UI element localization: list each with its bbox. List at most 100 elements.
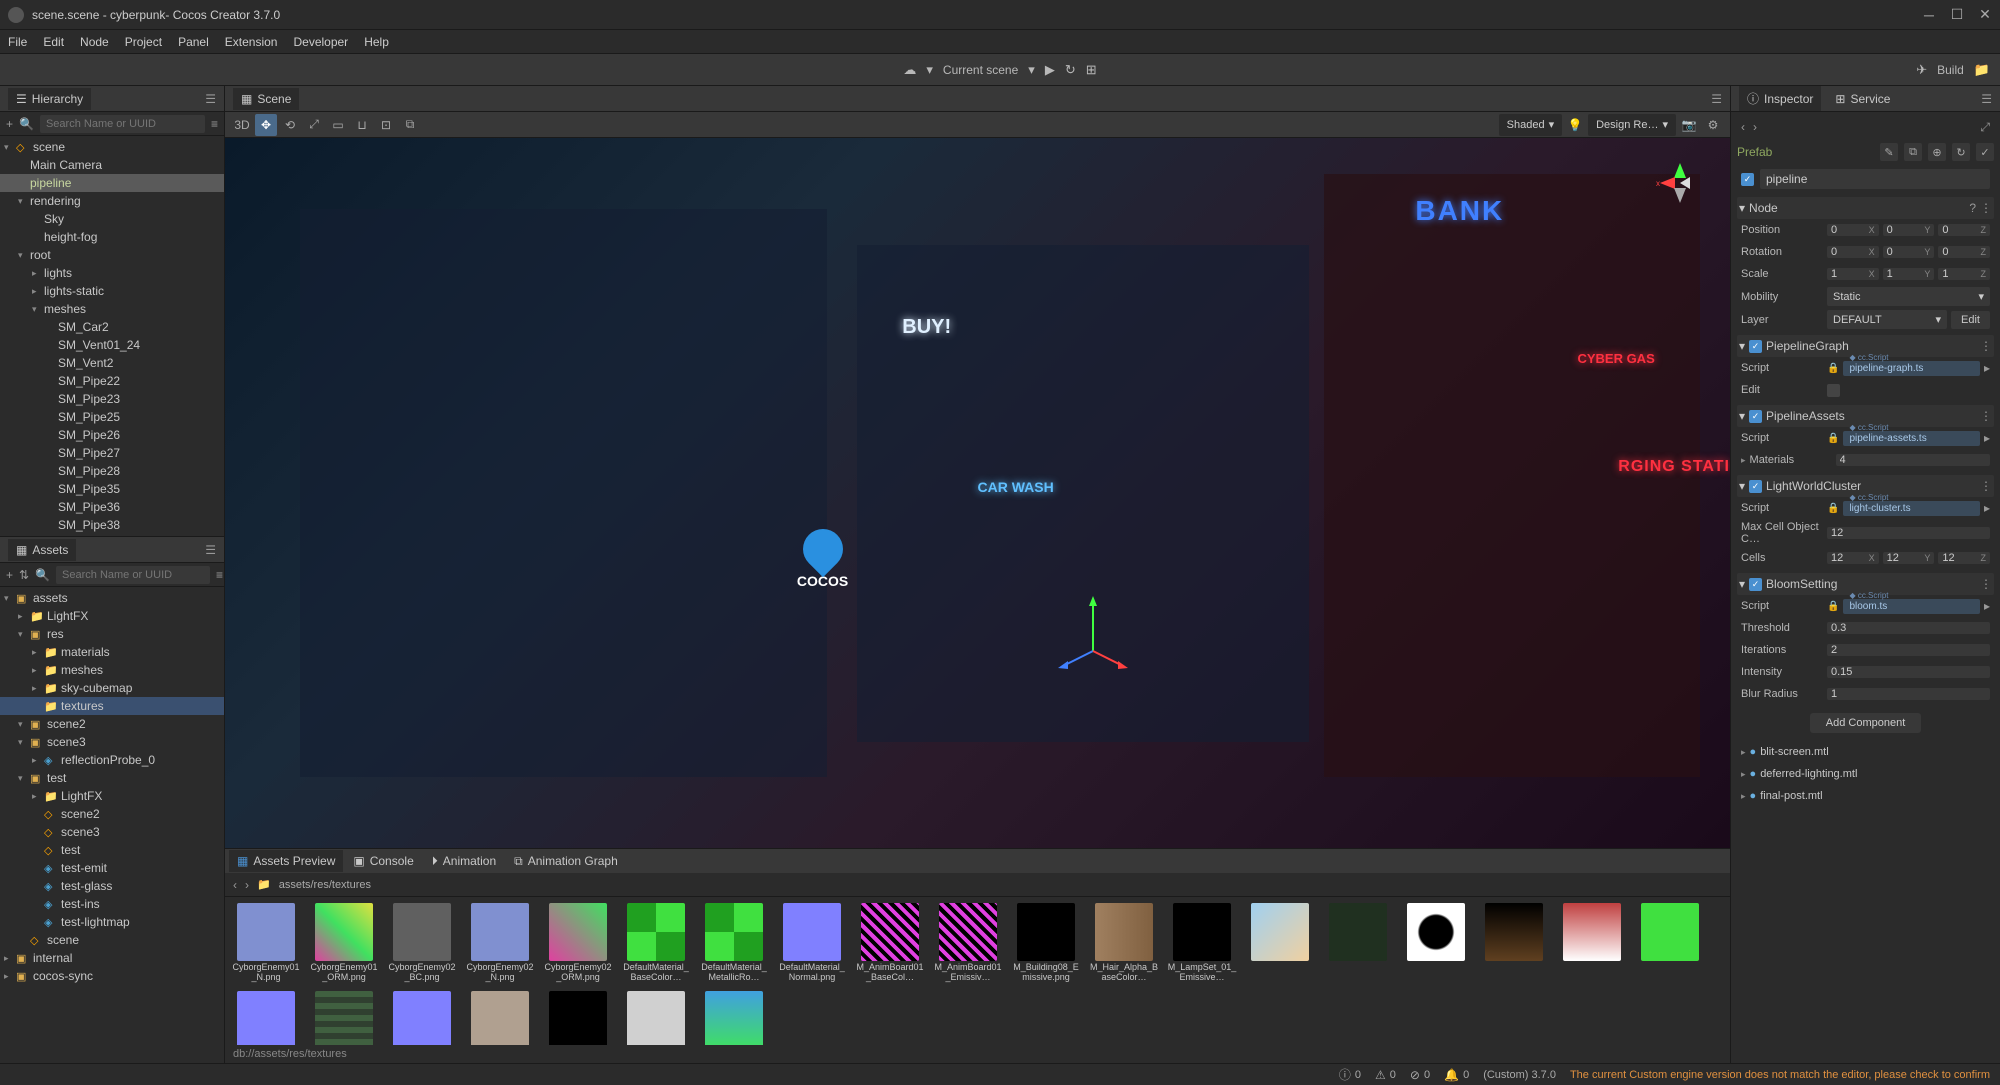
assets-tree[interactable]: ▾▣assets▸📁LightFX▾▣res▸📁materials▸📁meshe… — [0, 587, 224, 1063]
thumbnail-item[interactable] — [1479, 903, 1549, 983]
tree-item[interactable]: ◇test — [0, 841, 224, 859]
tree-item[interactable]: ▸lights-static — [0, 282, 224, 300]
tree-item[interactable]: SM_Pipe38 — [0, 516, 224, 534]
tree-item[interactable]: ▸▣cocos-sync — [0, 967, 224, 985]
scale-tool-icon[interactable]: ⤢ — [303, 114, 325, 136]
thumbnail-item[interactable] — [1557, 903, 1627, 983]
sort-icon[interactable]: ⇅ — [19, 568, 29, 582]
tree-item[interactable]: ▾▣scene3 — [0, 733, 224, 751]
thumbnail-item[interactable] — [621, 991, 691, 1045]
thumbnail-item[interactable]: CyborgEnemy01_N.png — [231, 903, 301, 983]
thumbnail-item[interactable]: CyborgEnemy01_ORM.png — [309, 903, 379, 983]
tree-item[interactable]: ▸▣internal — [0, 949, 224, 967]
more-icon[interactable]: ⋮ — [1980, 201, 1992, 215]
thumbnail-item[interactable]: M_AnimBoard01_BaseCol… — [855, 903, 925, 983]
mobility-select[interactable]: Static▾ — [1827, 287, 1990, 306]
position-z-input[interactable] — [1942, 224, 1980, 236]
thumbnail-grid[interactable]: CyborgEnemy01_N.pngCyborgEnemy01_ORM.png… — [225, 897, 1730, 1045]
error-icon[interactable]: ⊘ — [1410, 1068, 1420, 1082]
gear-icon[interactable]: ⚙ — [1702, 114, 1724, 136]
transform-tool-icon[interactable]: ⊔ — [351, 114, 373, 136]
scale-z-input[interactable] — [1942, 268, 1980, 280]
hierarchy-search-input[interactable] — [40, 115, 205, 133]
menu-icon[interactable]: ☰ — [1711, 92, 1722, 106]
tree-item[interactable]: ▾root — [0, 246, 224, 264]
add-component-button[interactable]: Add Component — [1810, 713, 1922, 733]
menu-node[interactable]: Node — [80, 35, 109, 49]
chevron-down-icon[interactable]: ▾ — [926, 62, 933, 78]
prop-input[interactable] — [1831, 688, 1986, 700]
close-icon[interactable]: ✕ — [1978, 8, 1992, 22]
render-mode-dropdown[interactable]: Design Re…▾ — [1588, 114, 1676, 136]
tree-item[interactable]: SM_Pipe35 — [0, 480, 224, 498]
tree-item[interactable]: height-fog — [0, 228, 224, 246]
filter-icon[interactable]: ≡ — [216, 568, 223, 582]
menu-edit[interactable]: Edit — [43, 35, 64, 49]
orientation-gizmo[interactable]: x — [1650, 153, 1710, 213]
thumbnail-item[interactable]: M_Hair_Alpha_BaseColor… — [1089, 903, 1159, 983]
bell-icon[interactable]: 🔔 — [1444, 1068, 1459, 1082]
thumbnail-item[interactable]: M_Building08_Emissive.png — [1011, 903, 1081, 983]
help-icon[interactable]: ? — [1969, 201, 1976, 215]
tree-item[interactable]: ◈test-glass — [0, 877, 224, 895]
tree-item[interactable]: ▾▣res — [0, 625, 224, 643]
menu-icon[interactable]: ☰ — [205, 543, 216, 557]
tree-item[interactable]: ▾▣assets — [0, 589, 224, 607]
light-icon[interactable]: 💡 — [1564, 114, 1586, 136]
tree-item[interactable]: 📁textures — [0, 697, 224, 715]
move-tool-icon[interactable]: ✥ — [255, 114, 277, 136]
hierarchy-tree[interactable]: ▾◇sceneMain Camerapipeline▾renderingSkyh… — [0, 136, 224, 536]
tree-item[interactable]: ▸lights — [0, 264, 224, 282]
prefab-apply-icon[interactable]: ✓ — [1976, 143, 1994, 161]
rotate-tool-icon[interactable]: ⟲ — [279, 114, 301, 136]
tree-item[interactable]: ▸📁LightFX — [0, 787, 224, 805]
menu-developer[interactable]: Developer — [293, 35, 348, 49]
tree-item[interactable]: SM_Car2 — [0, 318, 224, 336]
minimize-icon[interactable]: ─ — [1922, 8, 1936, 22]
tree-item[interactable]: ▾meshes — [0, 300, 224, 318]
tree-item[interactable]: ▸📁sky-cubemap — [0, 679, 224, 697]
thumbnail-item[interactable] — [309, 991, 379, 1045]
menu-icon[interactable]: ☰ — [205, 92, 216, 106]
tree-item[interactable]: SM_Vent2 — [0, 354, 224, 372]
add-icon[interactable]: + — [6, 568, 13, 582]
script-reference[interactable]: ◆ cc.Scriptpipeline-graph.ts — [1843, 361, 1980, 376]
shading-dropdown[interactable]: Shaded▾ — [1499, 114, 1562, 136]
menu-file[interactable]: File — [8, 35, 27, 49]
build-label[interactable]: Build — [1937, 63, 1964, 77]
tree-item[interactable]: SM_Pipe36 — [0, 498, 224, 516]
back-icon[interactable]: ‹ — [1741, 120, 1745, 135]
forward-icon[interactable]: › — [1753, 120, 1757, 135]
rect-tool-icon[interactable]: ▭ — [327, 114, 349, 136]
thumbnail-item[interactable]: DefaultMaterial_Normal.png — [777, 903, 847, 983]
node-section-header[interactable]: ▾Node ? ⋮ — [1737, 197, 1994, 219]
prop-input[interactable] — [1831, 666, 1986, 678]
prefab-unlink-icon[interactable]: ⧉ — [1904, 143, 1922, 161]
tree-item[interactable]: Sky — [0, 210, 224, 228]
material-item[interactable]: ▸● deferred-lighting.mtl — [1737, 763, 1994, 785]
tree-item[interactable]: ◈test-emit — [0, 859, 224, 877]
camera-icon[interactable]: 📷 — [1678, 114, 1700, 136]
tree-item[interactable]: ◈test-lightmap — [0, 913, 224, 931]
tree-item[interactable]: SM_Pipe23 — [0, 390, 224, 408]
tree-item[interactable]: SM_Pipe28 — [0, 462, 224, 480]
tree-item[interactable]: ▸📁materials — [0, 643, 224, 661]
tree-item[interactable]: pipeline — [0, 174, 224, 192]
scene-dropdown-icon[interactable]: ▾ — [1028, 62, 1035, 78]
rotation-x-input[interactable] — [1831, 246, 1869, 258]
mode-3d-button[interactable]: 3D — [231, 114, 253, 136]
thumbnail-item[interactable] — [699, 991, 769, 1045]
scene-viewport[interactable]: BANK BUY! CAR WASH CYBER GAS RGING STATI… — [225, 138, 1730, 848]
tree-item[interactable]: ◈test-ins — [0, 895, 224, 913]
active-checkbox[interactable]: ✓ — [1741, 173, 1754, 186]
thumbnail-item[interactable] — [1635, 903, 1705, 983]
rotation-z-input[interactable] — [1942, 246, 1980, 258]
tree-item[interactable]: SM_Pipe26 — [0, 426, 224, 444]
prop-input[interactable] — [1831, 622, 1986, 634]
prefab-locate-icon[interactable]: ⊕ — [1928, 143, 1946, 161]
tree-item[interactable]: ▸📁meshes — [0, 661, 224, 679]
tree-item[interactable]: ▸📁LightFX — [0, 607, 224, 625]
script-reference[interactable]: ◆ cc.Scriptpipeline-assets.ts — [1843, 431, 1980, 446]
thumbnail-item[interactable]: CyborgEnemy02_BC.png — [387, 903, 457, 983]
axis-gizmo[interactable] — [1053, 591, 1133, 671]
